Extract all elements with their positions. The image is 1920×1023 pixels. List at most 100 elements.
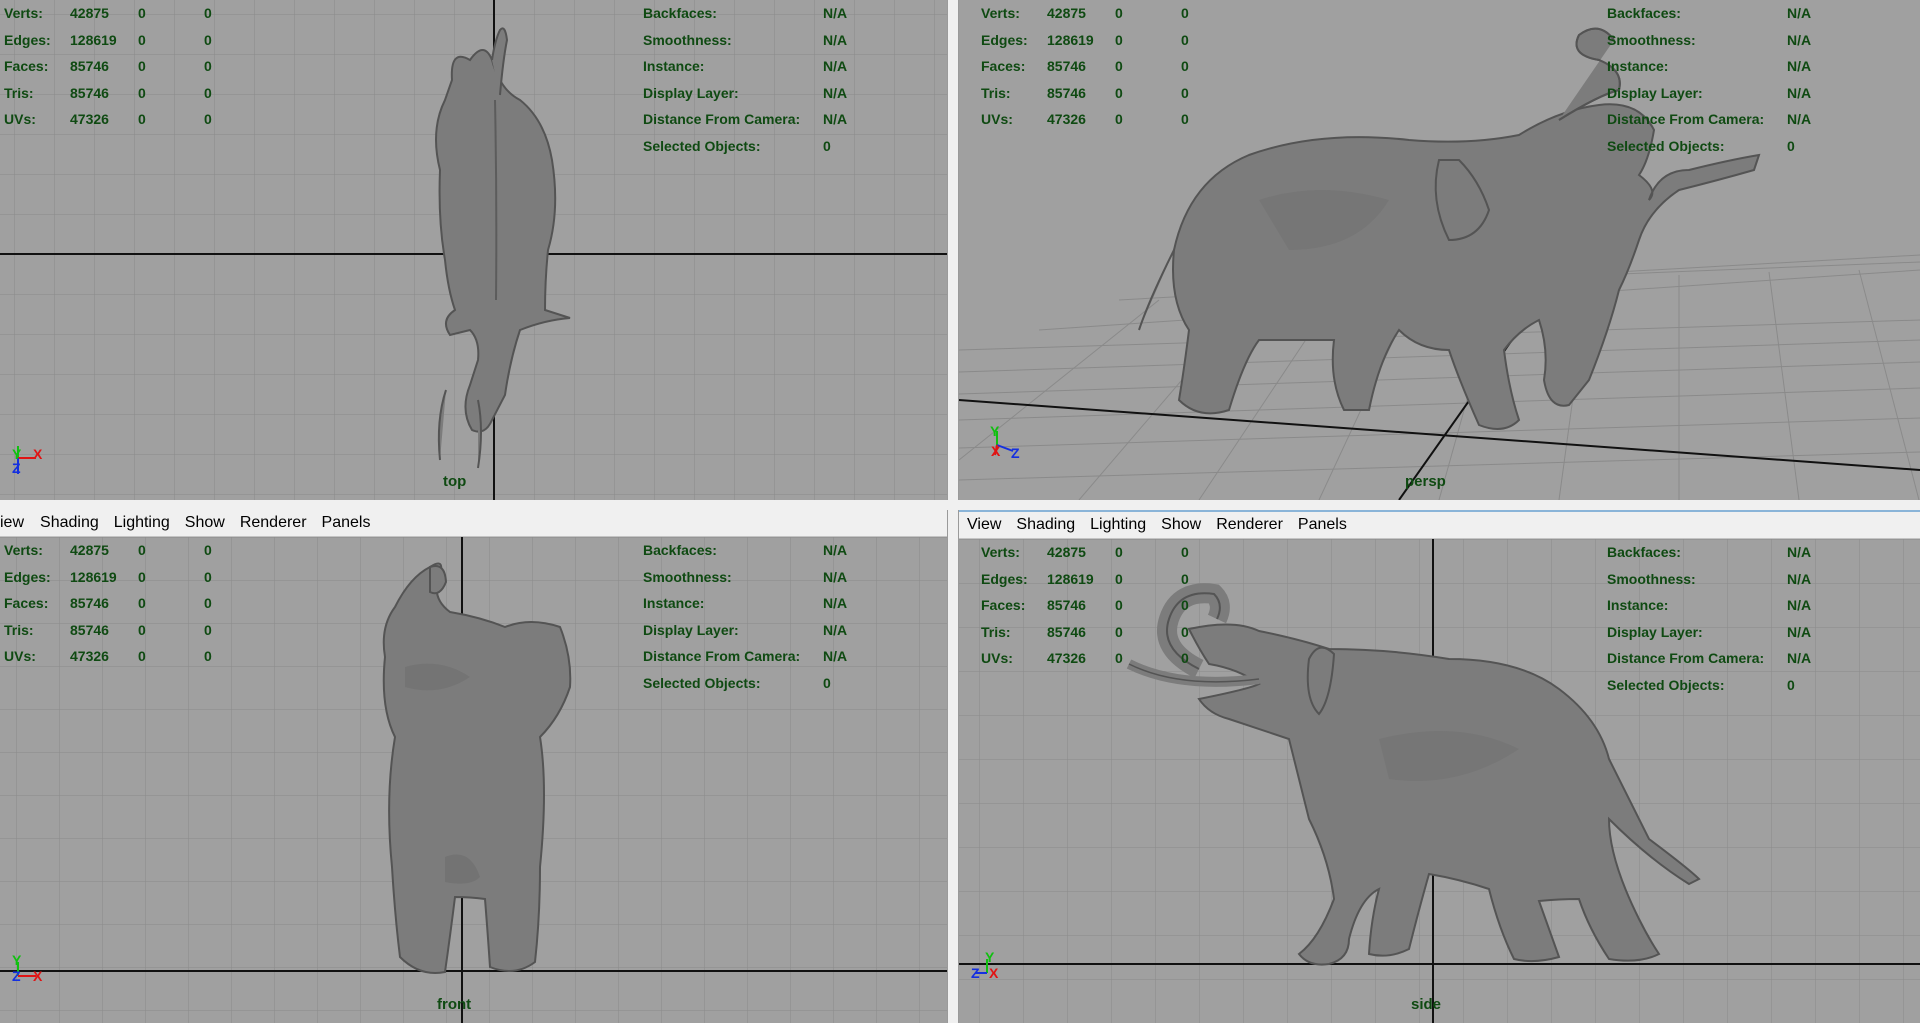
menu-panels[interactable]: Panels (1298, 516, 1347, 534)
hud-value-selected-objects: 0 (1787, 676, 1795, 693)
hud-zero: 0 (1181, 31, 1189, 48)
hud-value-verts: 42875 (70, 542, 109, 558)
menu-lighting[interactable]: Lighting (114, 514, 170, 532)
camera-name-front: front (437, 996, 472, 1013)
hud-label-verts: Verts: (981, 5, 1020, 21)
menu-lighting[interactable]: Lighting (1090, 516, 1146, 534)
hud-zero: 0 (1181, 544, 1189, 560)
viewport-front-canvas[interactable]: Verts: 42875 0 0 Edges: 128619 0 0 Faces: 85746… (0, 537, 947, 1023)
hud-poly-count: Verts: 42875 0 0 Edges: 128619 0 0 Faces: 85746… (981, 0, 1221, 133)
hud-label-uvs: UVs: (981, 111, 1013, 127)
hud-zero: 0 (1181, 111, 1189, 127)
hud-value-instance: N/A (1787, 58, 1812, 74)
hud-value-verts: 42875 (1047, 5, 1086, 21)
hud-label-instance: Instance: (643, 58, 705, 74)
hud-value-display-layer: N/A (823, 621, 848, 638)
hud-label-smoothness: Smoothness: (643, 31, 732, 48)
hud-label-backfaces: Backfaces: (1607, 5, 1681, 21)
hud-value-faces: 85746 (70, 58, 109, 74)
hud-zero: 0 (138, 31, 146, 48)
menu-panels[interactable]: Panels (322, 514, 371, 532)
menu-shading[interactable]: Shading (40, 514, 99, 532)
axis-gizmo-icon: Y X Z (989, 423, 1049, 485)
axis-label-x: X (33, 446, 43, 462)
hud-zero: 0 (138, 595, 146, 611)
hud-label-edges: Edges: (4, 31, 51, 48)
hud-value-display-layer: N/A (1787, 623, 1812, 640)
hud-zero: 0 (1115, 5, 1123, 21)
hud-value-instance: N/A (823, 595, 848, 611)
menu-show[interactable]: Show (1161, 516, 1201, 534)
hud-label-edges: Edges: (4, 568, 51, 585)
hud-value-selected-objects: 0 (1787, 137, 1795, 154)
panel-menubar: View Shading Lighting Show Renderer Pane… (959, 512, 1920, 539)
hud-label-display-layer: Display Layer: (1607, 623, 1703, 640)
hud-zero: 0 (138, 58, 146, 74)
hud-label-backfaces: Backfaces: (643, 5, 717, 21)
viewport-top[interactable]: Verts: 42875 0 0 Edges: 128619 0 0 Faces: 85746… (0, 0, 947, 500)
viewport-side[interactable]: View Shading Lighting Show Renderer Pane… (959, 510, 1920, 1023)
hud-value-backfaces: N/A (823, 5, 848, 21)
hud-zero: 0 (1115, 84, 1123, 101)
hud-label-edges: Edges: (981, 570, 1028, 587)
hud-label-edges: Edges: (981, 31, 1028, 48)
hud-value-edges: 128619 (1047, 570, 1094, 587)
menu-shading[interactable]: Shading (1016, 516, 1075, 534)
hud-zero: 0 (1115, 544, 1123, 560)
axis-label-z: Z (971, 965, 980, 981)
hud-value-uvs: 47326 (70, 648, 109, 664)
hud-zero: 0 (1115, 570, 1123, 587)
hud-zero: 0 (204, 58, 212, 74)
hud-label-display-layer: Display Layer: (643, 84, 739, 101)
hud-value-faces: 85746 (1047, 58, 1086, 74)
axis-label-y: Y (990, 423, 1000, 439)
viewport-front[interactable]: iew Shading Lighting Show Renderer Panel… (0, 510, 947, 1023)
hud-label-backfaces: Backfaces: (643, 542, 717, 558)
hud-object-info: Backfaces: N/A Smoothness: N/A Instance: N/… (1607, 539, 1827, 698)
menu-renderer[interactable]: Renderer (240, 514, 307, 532)
hud-zero: 0 (1115, 623, 1123, 640)
hud-label-smoothness: Smoothness: (1607, 31, 1696, 48)
hud-zero: 0 (1181, 650, 1189, 666)
menu-view[interactable]: View (967, 516, 1001, 534)
hud-value-smoothness: N/A (1787, 31, 1812, 48)
viewport-persp[interactable]: Verts: 42875 0 0 Edges: 128619 0 0 Faces: 85746… (959, 0, 1920, 500)
hud-value-tris: 85746 (70, 84, 109, 101)
menu-renderer[interactable]: Renderer (1216, 516, 1283, 534)
hud-label-instance: Instance: (643, 595, 705, 611)
camera-name-persp: persp (1405, 473, 1446, 490)
hud-value-smoothness: N/A (823, 31, 848, 48)
hud-zero: 0 (138, 568, 146, 585)
viewport-side-canvas[interactable]: Verts: 42875 0 0 Edges: 128619 0 0 Faces: 85746… (959, 539, 1920, 1023)
axis-label-x: X (33, 968, 43, 984)
hud-label-verts: Verts: (4, 542, 43, 558)
hud-label-tris: Tris: (4, 621, 34, 638)
viewport-top-canvas[interactable]: Verts: 42875 0 0 Edges: 128619 0 0 Faces: 85746… (0, 0, 947, 500)
hud-label-distance-from-camera: Distance From Camera: (643, 111, 801, 127)
hud-value-tris: 85746 (1047, 623, 1086, 640)
hud-zero: 0 (204, 111, 212, 127)
hud-label-tris: Tris: (981, 623, 1011, 640)
hud-zero: 0 (1115, 597, 1123, 613)
hud-label-backfaces: Backfaces: (1607, 544, 1681, 560)
hud-label-uvs: UVs: (981, 650, 1013, 666)
menu-view[interactable]: iew (0, 514, 24, 532)
hud-label-selected-objects: Selected Objects: (643, 137, 761, 154)
menu-show[interactable]: Show (185, 514, 225, 532)
viewport-persp-canvas[interactable]: Verts: 42875 0 0 Edges: 128619 0 0 Faces: 85746… (959, 0, 1920, 500)
hud-zero: 0 (1181, 84, 1189, 101)
hud-poly-count: Verts: 42875 0 0 Edges: 128619 0 0 Faces: 85746… (981, 539, 1221, 672)
axis-label-y: Y (12, 952, 22, 968)
hud-poly-count: Verts: 42875 0 0 Edges: 128619 0 0 Faces: 85746… (4, 537, 244, 670)
hud-value-tris: 85746 (70, 621, 109, 638)
hud-zero: 0 (138, 111, 146, 127)
hud-zero: 0 (1181, 5, 1189, 21)
camera-name-top: top (443, 473, 467, 490)
panel-divider-vertical[interactable] (947, 0, 959, 1023)
hud-value-distance-from-camera: N/A (823, 111, 848, 127)
hud-zero: 0 (204, 5, 212, 21)
axis-gizmo-icon: Y Z X (10, 952, 70, 1012)
panel-divider-horizontal[interactable] (0, 500, 1920, 510)
hud-label-smoothness: Smoothness: (1607, 570, 1696, 587)
hud-zero: 0 (204, 595, 212, 611)
